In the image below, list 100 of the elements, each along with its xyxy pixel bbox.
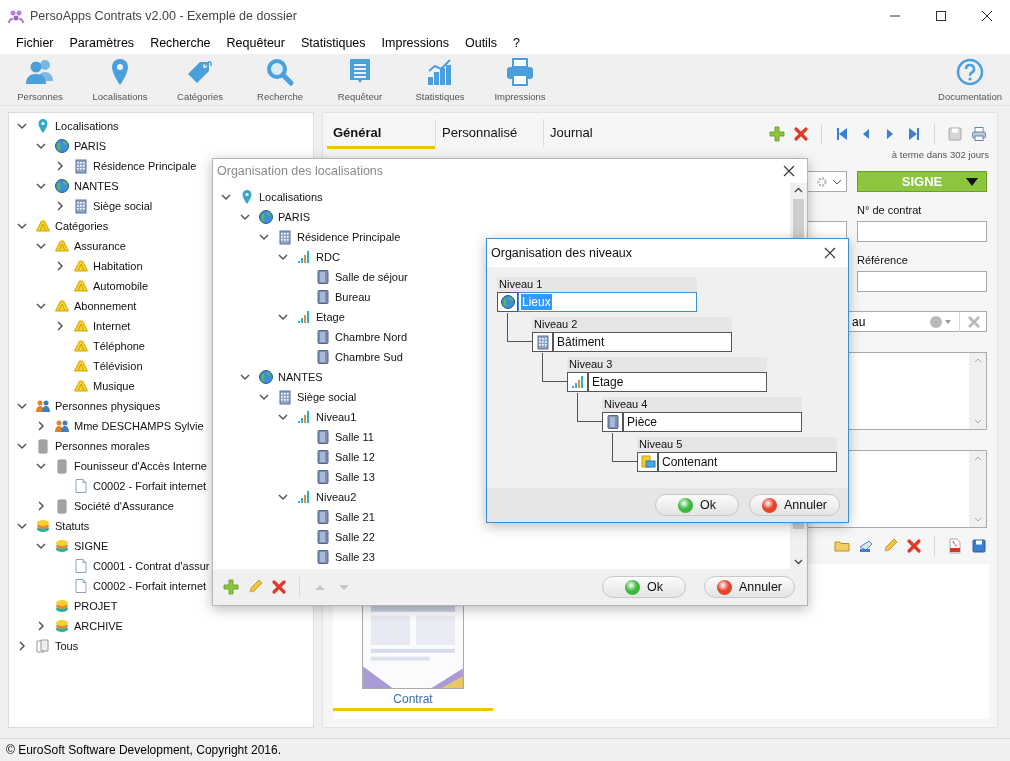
tree-item[interactable]: Chambre Sud	[335, 351, 403, 363]
tree-item[interactable]: Résidence Principale	[297, 231, 401, 243]
tree-item[interactable]: Statuts	[55, 520, 90, 532]
chevron-down-icon[interactable]	[36, 541, 46, 551]
tree-item[interactable]: Chambre Nord	[335, 331, 408, 343]
menu-item[interactable]: Outils	[456, 34, 505, 52]
input-field[interactable]: Etage	[588, 372, 767, 392]
tree-item[interactable]: PARIS	[278, 211, 311, 223]
icon-picker[interactable]	[637, 452, 658, 472]
tree-item[interactable]: Abonnement	[74, 300, 137, 312]
chevron-right-icon[interactable]	[36, 421, 46, 431]
icon-picker[interactable]	[602, 412, 623, 432]
tab[interactable]: Personnalisé	[435, 119, 543, 149]
ok-button[interactable]: Ok	[601, 576, 686, 598]
chevron-down-icon[interactable]	[221, 192, 231, 202]
tree-item[interactable]: NANTES	[278, 371, 323, 383]
tree-item[interactable]: C0001 - Contrat d'assur	[93, 560, 210, 572]
tree-item[interactable]: C0002 - Forfait internet	[93, 580, 207, 592]
chevron-down-icon[interactable]	[36, 241, 46, 251]
tree-item[interactable]: Salle 21	[335, 511, 375, 523]
tree-item[interactable]: Salle 12	[335, 451, 375, 463]
tree-item[interactable]: Tous	[55, 640, 79, 652]
tree-item[interactable]: Personnes physiques	[55, 400, 161, 412]
menu-item[interactable]: Requêteur	[218, 34, 293, 52]
chevron-down-icon[interactable]	[259, 232, 269, 242]
tree-item[interactable]: Résidence Principale	[93, 160, 197, 172]
input-field[interactable]: Pièce	[623, 412, 802, 432]
menu-item[interactable]: Fichier	[8, 34, 62, 52]
tab[interactable]: Général	[327, 119, 435, 149]
chevron-down-icon[interactable]	[259, 392, 269, 402]
menu-item[interactable]: Statistiques	[292, 34, 374, 52]
chevron-down-icon[interactable]	[36, 181, 46, 191]
icon-picker[interactable]	[497, 292, 518, 312]
chevron-down-icon[interactable]	[278, 412, 288, 422]
chevron-right-icon[interactable]	[55, 321, 65, 331]
tree-item[interactable]: Siège social	[297, 391, 357, 403]
menu-item[interactable]: ?	[504, 34, 528, 52]
save-button[interactable]	[969, 536, 989, 556]
chevron-down-icon[interactable]	[17, 521, 27, 531]
tree-item[interactable]: SIGNE	[74, 540, 109, 552]
chevron-down-icon[interactable]	[278, 252, 288, 262]
input-field[interactable]	[857, 221, 987, 242]
chevron-down-icon[interactable]	[36, 301, 46, 311]
chevron-down-icon[interactable]	[36, 141, 46, 151]
tree-item[interactable]: RDC	[316, 251, 340, 263]
toolbar-button[interactable]: Statistiques	[400, 56, 480, 103]
tree-item[interactable]: Mme DESCHAMPS Sylvie	[74, 420, 204, 432]
tree-item[interactable]: Founisseur d'Accès Interne	[74, 460, 207, 472]
tree-item[interactable]: PARIS	[74, 140, 107, 152]
tab[interactable]: Journal	[543, 119, 651, 149]
print-button[interactable]	[969, 124, 989, 144]
tree-item[interactable]: Internet	[93, 320, 131, 332]
chevron-down-icon[interactable]	[17, 121, 27, 131]
toolbar-button[interactable]: Personnes	[0, 56, 80, 103]
tree-item[interactable]: Personnes morales	[55, 440, 150, 452]
tree-item[interactable]: Localisations	[259, 191, 323, 203]
tree-item[interactable]: Habitation	[93, 260, 143, 272]
toolbar-button[interactable]: Impressions	[480, 56, 560, 103]
tree-item[interactable]: NANTES	[74, 180, 119, 192]
tree-item[interactable]: Société d'Assurance	[74, 500, 174, 512]
tree-item[interactable]: Salle 23	[335, 551, 375, 563]
tree-item[interactable]: Bureau	[335, 291, 371, 303]
input-field[interactable]: Bâtiment	[553, 332, 732, 352]
chevron-down-icon[interactable]	[240, 212, 250, 222]
chevron-down-icon[interactable]	[240, 372, 250, 382]
tree-item[interactable]: Salle 22	[335, 531, 375, 543]
chevron-down-icon[interactable]	[17, 401, 27, 411]
tree-item[interactable]: Téléphone	[93, 340, 145, 352]
tree-item[interactable]: Niveau2	[316, 491, 357, 503]
tree-item[interactable]: Musique	[93, 380, 135, 392]
toolbar-button[interactable]: Documentation	[930, 56, 1010, 103]
tree-item[interactable]: Siège social	[93, 200, 153, 212]
cancel-button[interactable]: Annuler	[703, 576, 795, 598]
toolbar-button[interactable]: Localisations	[80, 56, 160, 103]
chevron-right-icon[interactable]	[17, 641, 27, 651]
toolbar-button[interactable]: Catégories	[160, 56, 240, 103]
tree-item[interactable]: C0002 - Forfait internet	[93, 480, 207, 492]
document-label[interactable]: Contrat	[393, 692, 433, 706]
toolbar-button[interactable]: Recherche	[240, 56, 320, 103]
toolbar-button[interactable]: Requêteur	[320, 56, 400, 103]
chevron-down-icon[interactable]	[17, 441, 27, 451]
icon-picker[interactable]	[532, 332, 553, 352]
chevron-right-icon[interactable]	[55, 201, 65, 211]
chevron-right-icon[interactable]	[55, 261, 65, 271]
tree-item[interactable]: Localisations	[55, 120, 119, 132]
tree-item[interactable]: Télévision	[93, 360, 143, 372]
menu-item[interactable]: Paramètres	[61, 34, 143, 52]
cancel-button[interactable]: Annuler	[748, 494, 840, 516]
tree-item[interactable]: Catégories	[55, 220, 109, 232]
tree-item[interactable]: Etage	[316, 311, 345, 323]
icon-picker[interactable]	[567, 372, 588, 392]
chevron-down-icon[interactable]	[278, 492, 288, 502]
ok-button[interactable]: Ok	[654, 494, 739, 516]
chevron-down-icon[interactable]	[36, 461, 46, 471]
tree-item[interactable]: Niveau1	[316, 411, 357, 423]
tree-item[interactable]: ARCHIVE	[74, 620, 123, 632]
menu-item[interactable]: Impressions	[373, 34, 457, 52]
chevron-down-icon[interactable]	[278, 312, 288, 322]
chevron-right-icon[interactable]	[55, 161, 65, 171]
input-field[interactable]	[857, 271, 987, 292]
